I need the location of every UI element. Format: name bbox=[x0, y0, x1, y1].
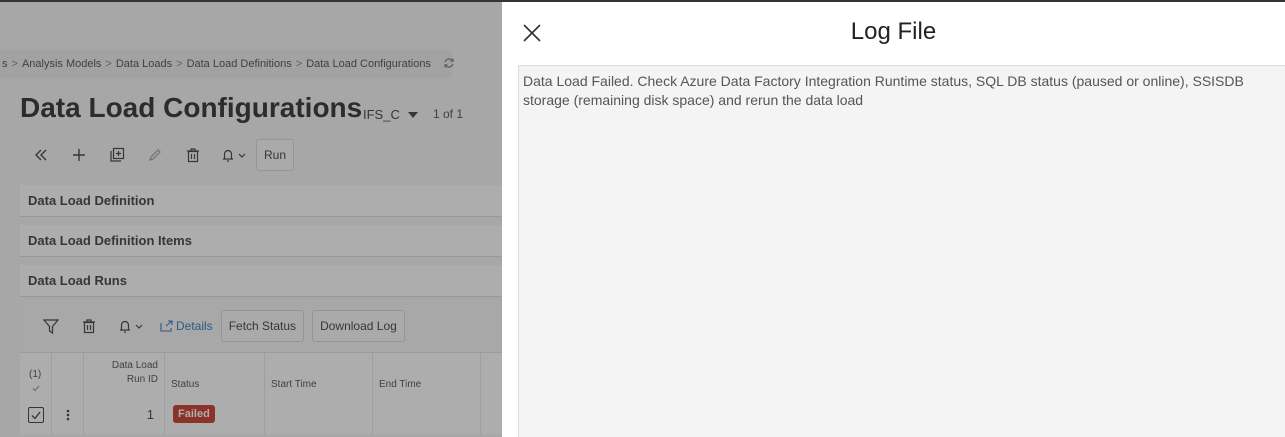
modal-overlay[interactable] bbox=[0, 2, 502, 437]
log-file-panel: Log File Data Load Failed. Check Azure D… bbox=[502, 2, 1285, 437]
log-message: Data Load Failed. Check Azure Data Facto… bbox=[518, 65, 1285, 437]
panel-title: Log File bbox=[850, 18, 937, 45]
